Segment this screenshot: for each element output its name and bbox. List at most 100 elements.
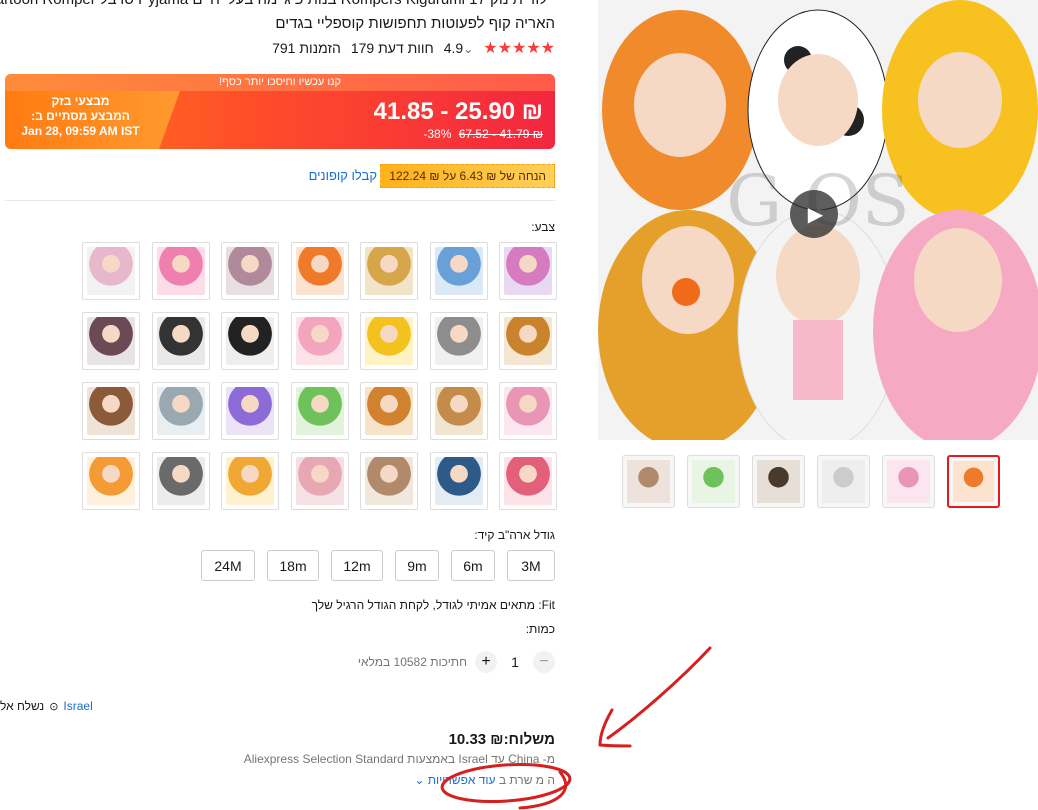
color-swatch-blue-elephant[interactable] [429,242,488,300]
discount-percent: 38%- [423,127,452,141]
shipping-cost: משלוח:₪ 10.33 [448,731,555,748]
size-option-3m[interactable]: 3M [507,550,555,581]
color-swatch-bear[interactable] [360,452,418,510]
rating-score[interactable]: 4.9⌄ [444,40,474,56]
thumb-pink[interactable] [882,455,935,508]
color-swatch-blur-brown[interactable] [82,312,140,370]
color-label: צבע: [531,220,555,234]
swatch-thumbnail [87,387,135,435]
swatch-thumbnail [295,317,344,365]
more-options-label: עוד אפשרויות [427,773,496,787]
rating-score-value: 4.9 [443,40,464,56]
swatch-thumbnail [365,457,413,505]
swatch-thumbnail [87,457,135,505]
color-swatch-dalmatian[interactable] [429,312,488,370]
color-swatch-pink-unicorn[interactable] [499,452,557,510]
gallery-thumbnails [622,455,1000,508]
color-swatch-koala[interactable] [151,452,210,510]
chevron-down-icon: ⌄ [414,773,428,787]
color-swatch-yellow-lion[interactable] [221,452,279,510]
thumb-green[interactable] [687,455,740,508]
orders-count: 791 הזמנות [272,40,341,56]
color-swatch-pink-cat[interactable] [499,382,557,440]
size-option-24m[interactable]: 24M [201,550,255,581]
swatch-thumbnail [156,387,205,435]
color-swatch-blue-blur[interactable] [429,452,488,510]
coupon-badge[interactable]: הנחה של ₪ 6.43 על ₪ 122.24 [380,164,555,188]
color-swatch-panda[interactable] [221,312,279,370]
color-swatch-white-bunny[interactable] [82,242,140,300]
color-swatch-blur-black[interactable] [151,312,210,370]
swatch-thumbnail [365,247,413,295]
swatch-thumbnail [504,457,552,505]
quantity-plus-button[interactable]: + [475,651,497,673]
reviews-number: 179 [350,40,375,56]
color-swatch-pink-bunny[interactable] [151,242,210,300]
ship-to-label: נשלח אל [0,699,45,713]
more-options-link[interactable]: עוד אפשרויות ⌄ [414,773,495,787]
color-swatches [77,242,557,510]
color-swatch-blur-pink-2[interactable] [290,452,349,510]
location-pin-icon: ⊙ [49,700,59,713]
flash-deal-ends-time: Jan 28, 09:59 AM IST [21,124,140,138]
quantity-label: כמות: [525,622,555,636]
color-swatch-giraffe[interactable] [429,382,488,440]
color-swatch-grey-koala[interactable] [151,382,210,440]
flash-deal-title: מבצעי בזק [51,94,110,108]
reviews-count[interactable]: 179 חוות דעת [351,40,434,56]
ship-to-country[interactable]: Israel [63,699,92,713]
thumb-blur-white[interactable] [817,455,870,508]
price-box: קנו עכשיו וחיסכו יותר כסף! מבצעי בזק המב… [5,74,555,149]
swatch-thumbnail [504,247,552,295]
more-shipping-options-row: ה מ שרת ב עוד אפשרויות ⌄ [0,773,555,787]
size-option-6m[interactable]: 6m [451,550,495,581]
swatch-thumbnail [434,387,483,435]
ship-to-row: נשלח אל ⊙ Israel [0,699,555,713]
color-swatch-duck[interactable] [360,312,418,370]
stock-available: חתיכות 10582 במלאי [357,655,467,669]
original-price: ₪ 41.79 - 67.52 [458,127,543,141]
rating-stars-icon: ★★★★★ [483,40,555,57]
swatch-thumbnail [295,457,344,505]
get-coupons-link[interactable]: קבלו קופונים [309,168,377,183]
color-swatch-green-dino[interactable] [290,382,349,440]
quantity-minus-button[interactable]: − [533,651,555,673]
flash-deal-info: מבצעי בזק המבצע מסתיים ב: Jan 28, 09:59 … [13,94,148,139]
color-swatch-tiger[interactable] [499,312,557,370]
color-swatch-orange-tiger[interactable] [82,452,140,510]
color-swatch-lion[interactable] [360,382,418,440]
thumbnail-image [757,460,800,503]
more-options-suffix: ה מ שרת ב [498,773,555,787]
size-option-9m[interactable]: 9m [395,550,439,581]
chevron-down-icon: ⌄ [463,42,474,56]
size-label: גודל ארה"ב קיד: [474,528,555,542]
rating-row: ★★★★★ 4.9⌄ 179 חוות דעת 791 הזמנות [0,38,555,58]
thumb-video[interactable] [947,455,1000,508]
orders-label: הזמנות [299,40,341,56]
size-option-12m[interactable]: 12m [331,550,383,581]
swatch-thumbnail [226,457,274,505]
swatch-thumbnail [504,317,552,365]
color-swatch-blur-pink[interactable] [221,242,279,300]
quantity-value[interactable]: 1 [505,654,525,670]
divider [5,200,555,201]
color-swatch-giraffe-blur[interactable] [360,242,418,300]
swatch-thumbnail [365,387,413,435]
color-swatch-pink-pig[interactable] [290,312,349,370]
color-swatch-unicorn[interactable] [499,242,557,300]
color-swatch-purple-dino[interactable] [221,382,279,440]
swatch-thumbnail [434,247,483,295]
color-swatch-monkey[interactable] [82,382,140,440]
swatch-thumbnail [295,247,344,295]
product-title-line-2: האריה קוף לפעוטות תחפושות קוספליי בגדים [275,15,555,32]
swatch-thumbnail [504,387,552,435]
thumb-blur-brown-2[interactable] [622,455,675,508]
swatch-thumbnail [295,387,344,435]
thumb-blur-brown[interactable] [752,455,805,508]
size-options: 3M 6m 9m 12m 18m 24M [201,550,555,581]
video-play-button[interactable]: ▶ [790,190,838,238]
swatch-thumbnail [365,317,413,365]
color-swatch-fox[interactable] [290,242,349,300]
size-option-18m[interactable]: 18m [267,550,319,581]
product-title: יילוד תינוק Rompers Kigurumi 17 בנות פיג… [0,0,555,36]
